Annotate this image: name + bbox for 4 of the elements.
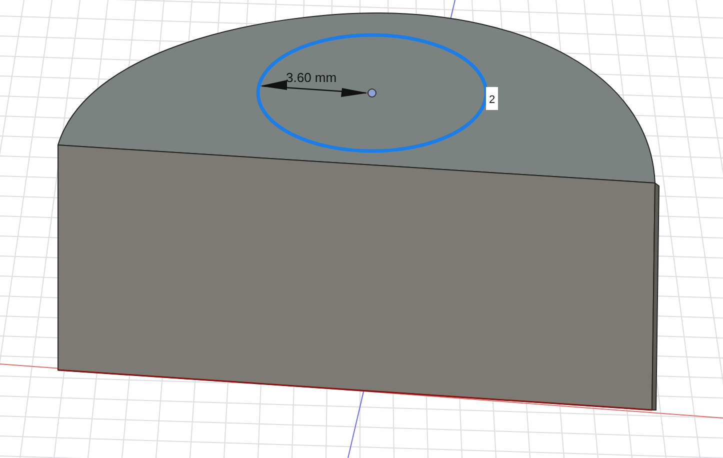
dimension-value[interactable]: 3.60 mm bbox=[286, 70, 337, 85]
constraint-tag bbox=[486, 87, 498, 110]
constraint-tag-number: 2 bbox=[489, 94, 496, 106]
center-point-icon[interactable] bbox=[368, 88, 376, 98]
